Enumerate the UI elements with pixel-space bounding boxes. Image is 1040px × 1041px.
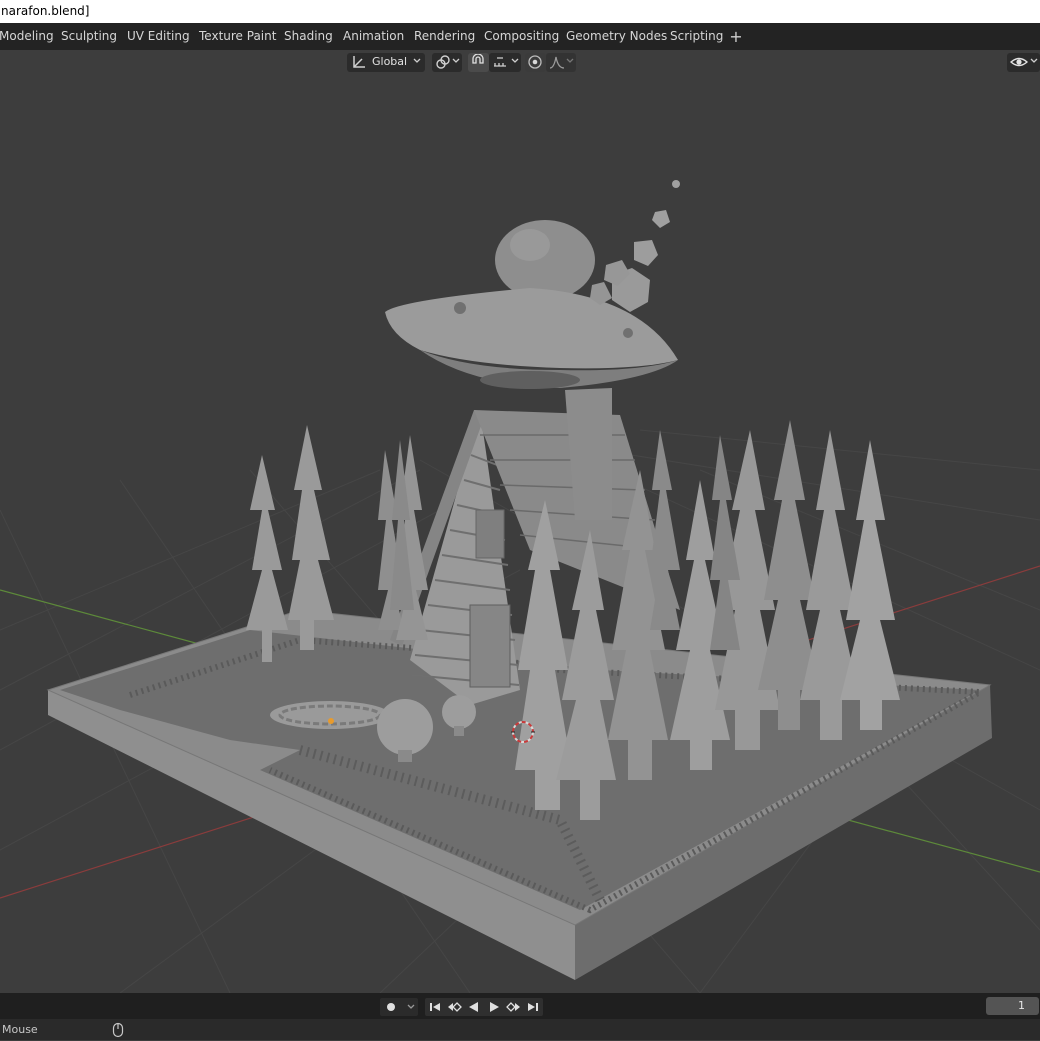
current-frame-value: 1	[1018, 999, 1025, 1012]
play-icon[interactable]	[486, 1000, 502, 1017]
play-reverse-icon[interactable]	[466, 1000, 482, 1017]
chevron-down-icon	[1029, 54, 1039, 71]
pivot-point-dropdown[interactable]	[432, 53, 462, 72]
transform-orientation-icon	[351, 54, 367, 73]
tab-texture-paint[interactable]: Texture Paint	[199, 23, 276, 50]
chevron-down-icon	[406, 1000, 416, 1017]
scene-canvas[interactable]	[0, 50, 1040, 993]
eye-visibility-icon	[1009, 54, 1029, 73]
mouse-icon	[112, 1022, 124, 1041]
tab-shading[interactable]: Shading	[284, 23, 333, 50]
tab-compositing[interactable]: Compositing	[484, 23, 559, 50]
playback-controls	[425, 998, 543, 1016]
chevron-down-icon	[565, 54, 575, 71]
workspace-tabs-bar: Modeling Sculpting UV Editing Texture Pa…	[0, 23, 1040, 50]
window-title: narafon.blend]	[1, 4, 90, 18]
chevron-down-icon	[451, 54, 461, 71]
transform-orientation-value: Global	[372, 55, 408, 68]
proportional-editing-button[interactable]	[525, 53, 546, 72]
next-keyframe-icon[interactable]	[506, 1000, 522, 1017]
tab-modeling[interactable]: Modeling	[0, 23, 54, 50]
object-origin-dot	[328, 718, 334, 724]
auto-keying-button[interactable]	[380, 998, 418, 1016]
current-frame-field[interactable]: 1	[986, 997, 1039, 1015]
status-bar: Mouse	[0, 1019, 1040, 1040]
window-title-bar: narafon.blend]	[0, 0, 1040, 23]
snap-increment-icon	[492, 54, 508, 73]
tab-rendering[interactable]: Rendering	[414, 23, 475, 50]
falloff-curve-icon	[549, 54, 565, 73]
snap-toggle-button[interactable]	[468, 53, 489, 72]
tab-geometry-nodes[interactable]: Geometry Nodes	[566, 23, 667, 50]
visibility-dropdown[interactable]	[1007, 53, 1040, 72]
snap-target-dropdown[interactable]	[489, 53, 521, 72]
status-text: Mouse	[2, 1023, 38, 1036]
add-workspace-button[interactable]: +	[728, 23, 744, 50]
snap-magnet-icon	[470, 53, 486, 73]
chevron-down-icon	[510, 54, 520, 71]
tab-animation[interactable]: Animation	[343, 23, 404, 50]
pivot-point-icon	[435, 54, 451, 73]
tab-uv-editing[interactable]: UV Editing	[127, 23, 190, 50]
proportional-editing-icon	[527, 54, 543, 73]
falloff-dropdown[interactable]	[546, 53, 576, 72]
record-keyframe-icon	[384, 1000, 398, 1017]
transform-orientation-dropdown[interactable]: Global	[347, 53, 425, 72]
timeline-bar: 1	[0, 993, 1040, 1019]
ufo-model	[385, 180, 680, 389]
chevron-down-icon	[412, 54, 422, 71]
jump-end-icon[interactable]	[525, 1000, 541, 1017]
jump-start-icon[interactable]	[427, 1000, 443, 1017]
prev-keyframe-icon[interactable]	[446, 1000, 462, 1017]
tab-sculpting[interactable]: Sculpting	[61, 23, 117, 50]
tab-scripting[interactable]: Scripting	[670, 23, 723, 50]
3d-viewport[interactable]: Global	[0, 50, 1040, 993]
